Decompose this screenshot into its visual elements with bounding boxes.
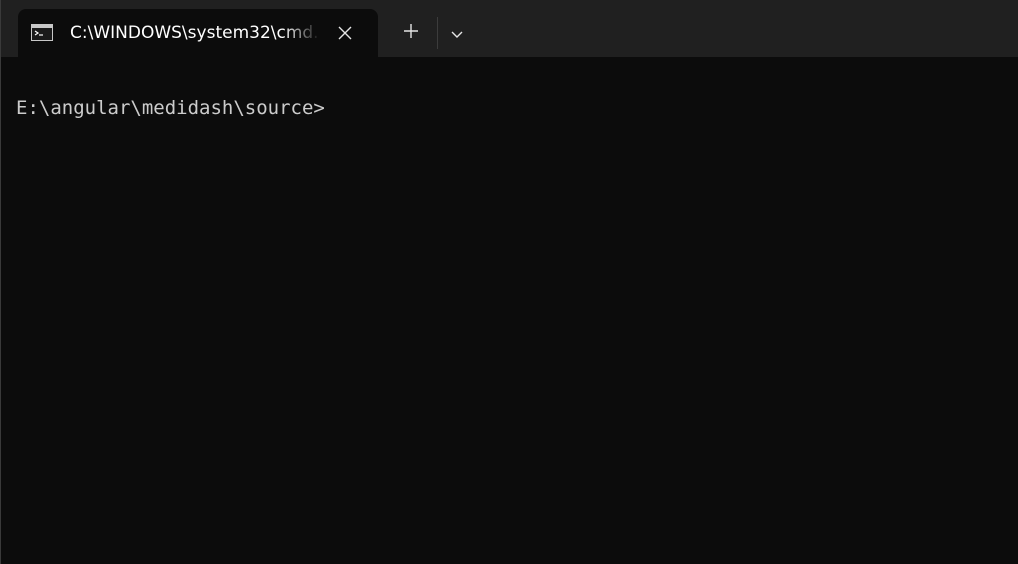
plus-icon	[403, 23, 419, 43]
terminal-output[interactable]: E:\angular\medidash\source>	[0, 57, 1018, 564]
tab-title: C:\WINDOWS\system32\cmd.exe	[70, 23, 320, 43]
title-bar: C:\WINDOWS\system32\cmd.exe	[0, 0, 1018, 57]
cmd-icon	[31, 24, 53, 41]
chevron-down-icon	[450, 24, 464, 43]
toolbar-divider	[437, 17, 438, 49]
tab-cmd[interactable]: C:\WINDOWS\system32\cmd.exe	[18, 9, 378, 57]
profile-dropdown-button[interactable]	[441, 17, 473, 49]
new-tab-button[interactable]	[393, 17, 429, 49]
command-prompt: E:\angular\medidash\source>	[16, 97, 325, 119]
close-icon[interactable]	[330, 18, 360, 48]
